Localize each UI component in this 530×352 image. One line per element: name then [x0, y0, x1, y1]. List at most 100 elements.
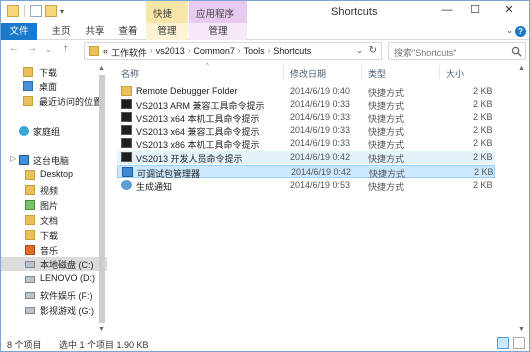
help-icon[interactable]: ? — [515, 26, 526, 37]
breadcrumb-separator-icon[interactable]: › — [188, 46, 191, 59]
file-list: ^ 名称 修改日期 类型 大小 Remote Debugger Folder 2… — [111, 63, 529, 335]
file-row[interactable]: VS2013 ARM 兼容工具命令提示 2014/6/19 0:33 快捷方式 … — [117, 98, 495, 111]
expand-ribbon-icon[interactable]: ⌄ — [506, 26, 513, 35]
breadcrumb-item[interactable]: Shortcuts — [273, 46, 311, 59]
breadcrumb-item[interactable]: 工作软件 — [111, 46, 147, 59]
expand-icon[interactable]: ▷ — [10, 154, 16, 163]
window-controls: — ☐ ✕ — [433, 1, 529, 21]
new-folder-icon[interactable] — [45, 5, 57, 17]
large-icons-view-icon[interactable] — [513, 337, 525, 349]
sidebar-scrollbar[interactable]: ▲ ▼ — [97, 63, 107, 335]
sidebar-item-desktop-folder[interactable]: Desktop — [1, 168, 107, 182]
sidebar-item-homegroup[interactable]: 家庭组 — [1, 124, 107, 138]
file-row[interactable]: 生成通知 2014/6/19 0:53 快捷方式 2 KB — [117, 179, 495, 192]
tab-manage-app[interactable]: 管理 — [189, 23, 247, 40]
column-divider[interactable] — [439, 65, 440, 79]
column-divider[interactable] — [361, 65, 362, 79]
file-name: VS2013 开发人员命令提示 — [136, 154, 243, 164]
sidebar-item-recent[interactable]: 最近访问的位置 — [1, 94, 107, 108]
search-icon[interactable] — [511, 46, 522, 57]
status-bar: 8 个项目 选中 1 个项目 1.90 KB — [1, 334, 529, 352]
navigation-pane: 下载 桌面 最近访问的位置 家庭组 ▷ 这台电脑 Desktop 视频 图片 文… — [1, 63, 107, 333]
file-row[interactable]: VS2013 x64 兼容工具命令提示 2014/6/19 0:33 快捷方式 … — [117, 124, 495, 137]
close-button[interactable]: ✕ — [489, 1, 529, 21]
notification-icon — [121, 180, 132, 190]
explorer-window: ▾ 快捷工具 应用程序工具 Shortcuts — ☐ ✕ 文件 主页 共享 查… — [0, 0, 530, 352]
column-header-size[interactable]: 大小 — [446, 67, 464, 80]
tab-home[interactable]: 主页 — [45, 23, 77, 40]
back-button[interactable]: ← — [9, 43, 19, 54]
address-bar[interactable]: « 工作软件 › vs2013 › Common7 › Tools › Shor… — [84, 42, 382, 60]
file-row[interactable]: VS2013 开发人员命令提示 2014/6/19 0:42 快捷方式 2 KB — [117, 151, 495, 164]
search-placeholder: 搜索"Shortcuts" — [394, 48, 457, 58]
file-type: 快捷方式 — [368, 140, 405, 150]
cmd-icon — [121, 138, 132, 148]
desktop-icon — [23, 81, 33, 91]
selection-info: 选中 1 个项目 1.90 KB — [59, 340, 149, 350]
sidebar-item-drive-g[interactable]: 影视游戏 (G:) — [1, 303, 107, 317]
sidebar-item-drive-d[interactable]: LENOVO (D:) — [1, 272, 107, 286]
up-button[interactable]: ↑ — [63, 43, 68, 54]
scroll-up-icon[interactable]: ▲ — [98, 65, 105, 72]
scrollbar-thumb[interactable] — [99, 75, 105, 323]
folder-icon[interactable] — [7, 5, 19, 17]
sidebar-item-downloads[interactable]: 下载 — [1, 65, 107, 79]
file-list-scrollbar[interactable]: ▲ ▼ — [517, 63, 527, 335]
file-type: 快捷方式 — [368, 154, 405, 164]
breadcrumb-item[interactable]: vs2013 — [156, 46, 185, 59]
sidebar-item-drive-c[interactable]: 本地磁盘 (C:) — [1, 257, 107, 271]
tab-manage-shortcut[interactable]: 管理 — [146, 23, 188, 40]
scroll-up-icon[interactable]: ▲ — [518, 65, 525, 72]
ribbon-tabs: 文件 主页 共享 查看 管理 管理 ⌄ ? — [1, 23, 529, 40]
sidebar-item-documents[interactable]: 文档 — [1, 213, 107, 227]
tab-file[interactable]: 文件 — [1, 23, 37, 40]
forward-button[interactable]: → — [27, 43, 37, 54]
address-dropdown-icon[interactable]: ⌄ — [356, 46, 363, 55]
pictures-icon — [25, 200, 35, 210]
drive-icon — [25, 292, 35, 299]
file-size: 2 KB — [473, 86, 493, 96]
file-row[interactable]: Remote Debugger Folder 2014/6/19 0:40 快捷… — [117, 85, 495, 98]
sidebar-item-downloads-pc[interactable]: 下载 — [1, 228, 107, 242]
breadcrumb-item[interactable]: Tools — [244, 46, 265, 59]
file-row[interactable]: VS2013 x86 本机工具命令提示 2014/6/19 0:33 快捷方式 … — [117, 137, 495, 150]
recent-locations-button[interactable]: ⌄ — [45, 45, 52, 54]
breadcrumb-separator-icon[interactable]: › — [268, 46, 271, 59]
sidebar-item-music[interactable]: 音乐 — [1, 243, 107, 257]
column-divider[interactable] — [283, 65, 284, 79]
tab-view[interactable]: 查看 — [113, 23, 143, 40]
refresh-icon[interactable]: ↻ — [369, 45, 377, 56]
column-header-date[interactable]: 修改日期 — [290, 67, 326, 80]
cmd-icon — [121, 125, 132, 135]
file-name: VS2013 x86 本机工具命令提示 — [136, 140, 260, 150]
cmd-icon — [121, 112, 132, 122]
downloads-icon — [25, 230, 35, 240]
file-size: 2 KB — [473, 138, 493, 148]
search-input[interactable]: 搜索"Shortcuts" — [388, 42, 526, 60]
sidebar-item-desktop[interactable]: 桌面 — [1, 79, 107, 93]
sidebar-item-label: 软件娱乐 (F:) — [40, 291, 93, 301]
minimize-button[interactable]: — — [433, 1, 461, 21]
properties-icon[interactable] — [30, 5, 42, 17]
sidebar-item-label: LENOVO (D:) — [40, 273, 96, 283]
sidebar-item-pictures[interactable]: 图片 — [1, 198, 107, 212]
sidebar-item-this-pc[interactable]: ▷ 这台电脑 — [1, 153, 107, 167]
breadcrumb-separator-icon[interactable]: › — [238, 46, 241, 59]
scroll-down-icon[interactable]: ▼ — [98, 326, 105, 333]
breadcrumb-separator-icon[interactable]: › — [150, 46, 153, 59]
file-row[interactable]: VS2013 x64 本机工具命令提示 2014/6/19 0:33 快捷方式 … — [117, 111, 495, 124]
file-row-selected[interactable]: 可调试包管理器 2014/6/19 0:42 快捷方式 2 KB — [117, 165, 495, 179]
breadcrumb-overflow[interactable]: « — [103, 46, 108, 59]
sidebar-item-videos[interactable]: 视频 — [1, 183, 107, 197]
scroll-down-icon[interactable]: ▼ — [518, 326, 525, 333]
maximize-button[interactable]: ☐ — [461, 1, 489, 21]
file-date: 2014/6/19 0:33 — [290, 112, 351, 122]
column-header-name[interactable]: 名称 — [121, 67, 139, 80]
column-header-type[interactable]: 类型 — [368, 67, 386, 80]
tab-share[interactable]: 共享 — [81, 23, 109, 40]
details-view-icon[interactable] — [497, 337, 509, 349]
sidebar-item-drive-f[interactable]: 软件娱乐 (F:) — [1, 288, 107, 302]
customize-toolbar-icon[interactable]: ▾ — [60, 7, 64, 16]
sidebar-item-label: 文档 — [40, 216, 59, 226]
breadcrumb-item[interactable]: Common7 — [193, 46, 235, 59]
